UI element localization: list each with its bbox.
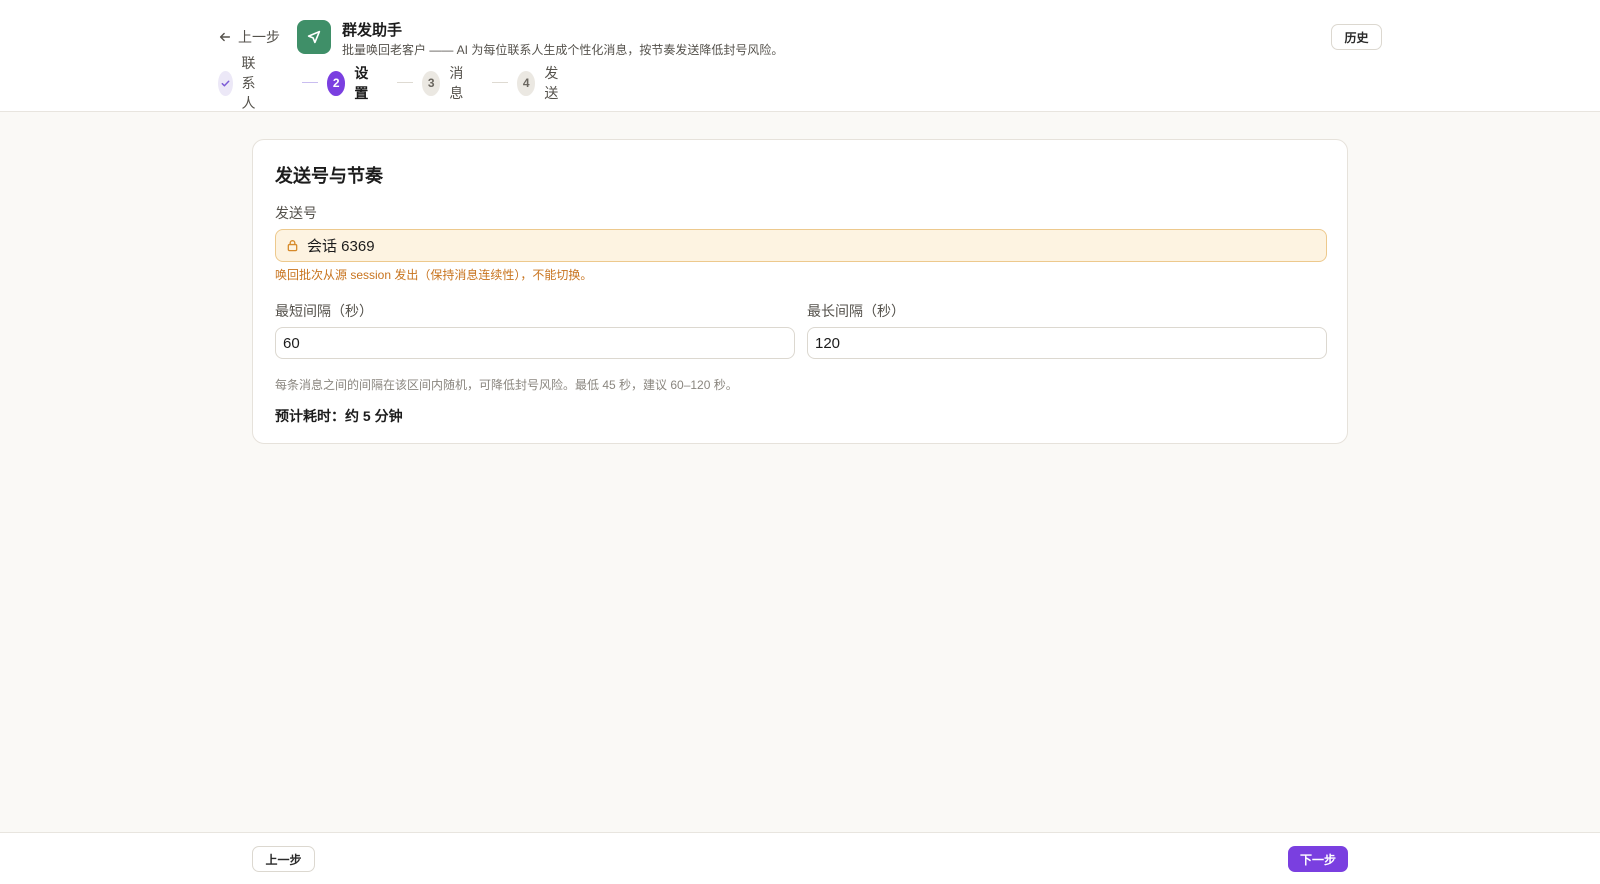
step-settings-number: 2 (327, 70, 346, 96)
previous-step-button[interactable]: 上一步 (252, 846, 315, 872)
sender-field-locked: 会话 6369 (275, 229, 1327, 262)
step-message[interactable]: 3 消息 (422, 65, 470, 101)
sender-value: 会话 6369 (307, 238, 375, 255)
arrow-left-icon (218, 30, 232, 44)
step-connector (492, 82, 508, 83)
back-button[interactable]: 上一步 (218, 27, 280, 47)
history-button[interactable]: 历史 (1331, 24, 1382, 50)
step-connector (397, 82, 413, 83)
min-interval-input[interactable]: 60 (275, 327, 795, 359)
sender-label: 发送号 (275, 205, 317, 221)
step-message-number: 3 (422, 70, 441, 96)
back-button-label: 上一步 (238, 29, 280, 45)
max-interval-input[interactable]: 120 (807, 327, 1327, 359)
top-header: 上一步 群发助手 批量唤回老客户 —— AI 为每位联系人生成个性化消息，按节奏… (0, 0, 1600, 112)
app-title: 群发助手 (342, 22, 403, 39)
step-send[interactable]: 4 发送 (517, 65, 565, 101)
send-arrow-icon (297, 20, 331, 54)
step-settings[interactable]: 2 设置 (327, 65, 375, 101)
step-contacts-label: 联系人 (241, 55, 256, 111)
step-send-number: 4 (517, 70, 536, 96)
check-icon (218, 70, 233, 96)
step-message-label: 消息 (449, 65, 464, 101)
step-send-label: 发送 (544, 65, 559, 101)
min-interval-label: 最短间隔（秒） (275, 303, 373, 319)
max-interval-label: 最长间隔（秒） (807, 303, 905, 319)
step-settings-label: 设置 (354, 65, 369, 101)
bottom-footer: 上一步 下一步 (0, 832, 1600, 884)
app-subtitle: 批量唤回老客户 —— AI 为每位联系人生成个性化消息，按节奏发送降低封号风险。 (342, 43, 784, 57)
sender-lock-hint: 唤回批次从源 session 发出（保持消息连续性），不能切换。 (275, 268, 593, 282)
next-step-button[interactable]: 下一步 (1288, 846, 1348, 872)
lock-icon (286, 239, 299, 252)
step-connector (302, 82, 318, 83)
card-title: 发送号与节奏 (275, 166, 383, 186)
estimated-duration: 预计耗时：约 5 分钟 (275, 408, 403, 424)
step-contacts[interactable]: 联系人 (218, 55, 266, 111)
sender-pacing-card: 发送号与节奏 发送号 会话 6369 唤回批次从源 session 发出（保持消… (252, 139, 1348, 444)
interval-hint: 每条消息之间的间隔在该区间内随机，可降低封号风险。最低 45 秒，建议 60–1… (275, 378, 738, 392)
